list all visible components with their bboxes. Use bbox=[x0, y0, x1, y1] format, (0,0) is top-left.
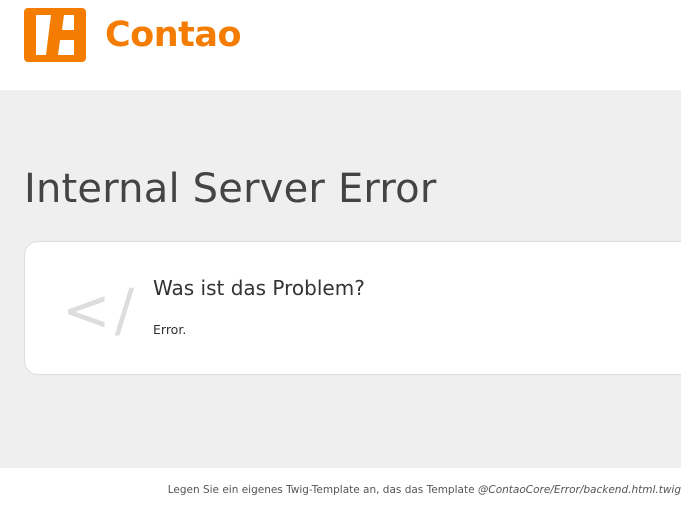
error-card: </ Was ist das Problem? Error. bbox=[24, 241, 681, 375]
code-icon: </ bbox=[62, 276, 139, 344]
template-path: @ContaoCore/Error/backend.html.twig bbox=[477, 484, 681, 496]
footer-hint-text: Legen Sie ein eigenes Twig-Template an, … bbox=[167, 484, 478, 496]
contao-logo[interactable]: Contao bbox=[24, 8, 242, 62]
footer-hint: Legen Sie ein eigenes Twig-Template an, … bbox=[168, 484, 681, 496]
page-title: Internal Server Error bbox=[24, 166, 437, 212]
footer: Legen Sie ein eigenes Twig-Template an, … bbox=[0, 468, 681, 506]
main-content: Internal Server Error </ Was ist das Pro… bbox=[0, 90, 681, 468]
logo-text: Contao bbox=[105, 15, 242, 55]
contao-logo-icon bbox=[24, 8, 86, 62]
header: Contao bbox=[0, 0, 681, 90]
error-heading: Was ist das Problem? bbox=[153, 276, 365, 300]
error-message: Error. bbox=[153, 322, 187, 337]
